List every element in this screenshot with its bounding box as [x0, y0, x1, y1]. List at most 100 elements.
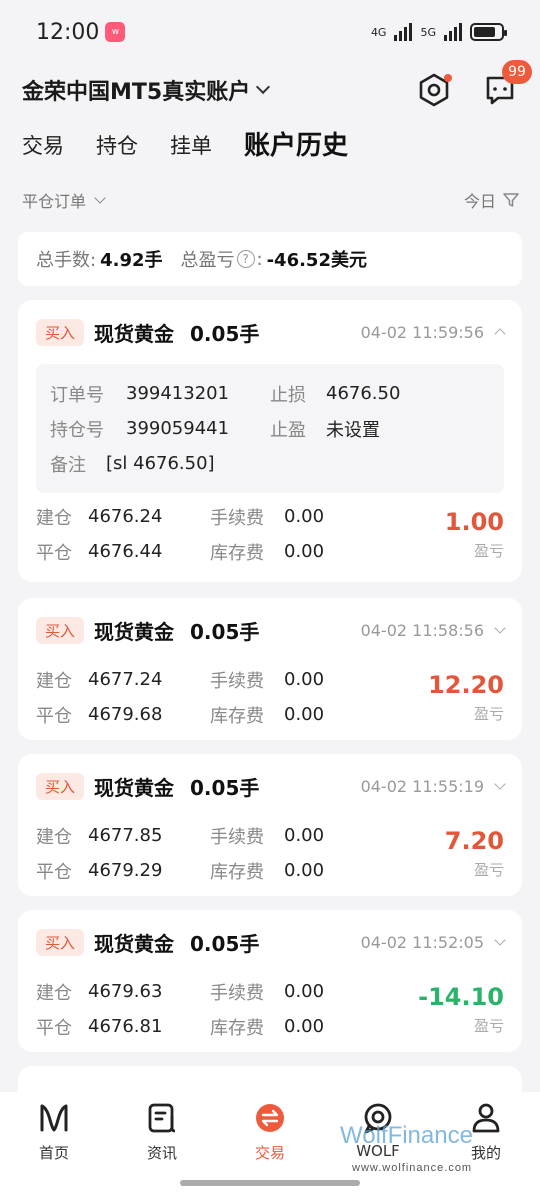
- signal-icon: [394, 23, 413, 41]
- open-label: 建仓: [36, 826, 72, 848]
- tab-account-history[interactable]: 账户历史: [244, 125, 348, 170]
- tab-trade[interactable]: 交易: [22, 130, 64, 170]
- status-indicators: 4G 5G: [370, 23, 507, 41]
- signal-icon-2: [444, 23, 462, 41]
- summary-bar: 总手数: 4.92手 总盈亏 ? : -46.52美元: [18, 232, 522, 286]
- home-logo-icon: [36, 1100, 72, 1136]
- order-card[interactable]: 买入 现货黄金 0.05手 04-02 11:58:56 建仓 4677.24 手续…: [18, 598, 522, 740]
- close-time[interactable]: 04-02 11:58:56: [360, 620, 506, 640]
- order-card[interactable]: 买入 现货黄金 0.05手 04-02 11:52:05 建仓 4679.63 手续…: [18, 910, 522, 1052]
- open-label: 建仓: [36, 670, 72, 692]
- order-type-dropdown[interactable]: 平仓订单: [22, 188, 106, 212]
- close-time[interactable]: 04-02 11:52:05: [360, 932, 506, 952]
- pnl-label: 盈亏: [473, 541, 504, 560]
- chevron-down-icon: [494, 621, 506, 634]
- symbol-name: 现货黄金: [94, 619, 175, 644]
- symbol-name: 现货黄金: [94, 775, 175, 800]
- help-icon[interactable]: ?: [236, 250, 255, 268]
- watermark-url: www.wolfinance.com: [352, 1162, 473, 1174]
- settings-hexagon-icon[interactable]: [416, 72, 452, 108]
- network-4g-label: 4G: [370, 25, 387, 39]
- open-label: 建仓: [36, 982, 72, 1004]
- remark-label: 备注: [50, 454, 86, 476]
- message-icon[interactable]: 99: [482, 60, 532, 108]
- fee-label: 手续费: [210, 826, 264, 848]
- pnl-value: 1.00: [444, 507, 504, 536]
- close-label: 平仓: [36, 542, 72, 564]
- buy-tag: 买入: [36, 616, 85, 644]
- watermark-brand: WolfFinance: [340, 1122, 473, 1149]
- swap-label: 库存费: [210, 542, 264, 564]
- order-detail-box: 订单号 399413201 止损 4676.50 持仓号 399059441 止…: [36, 364, 504, 493]
- profile-icon: [468, 1100, 504, 1136]
- lot-size: 0.05手: [190, 775, 260, 800]
- open-label: 建仓: [36, 507, 72, 529]
- pnl-label: 盈亏: [473, 860, 504, 879]
- fee-value: 0.00: [284, 669, 325, 690]
- stop-loss-value: 4676.50: [326, 383, 401, 404]
- close-time[interactable]: 04-02 11:55:19: [361, 777, 506, 796]
- pnl-value: 12.20: [428, 670, 504, 699]
- close-label: 平仓: [36, 1017, 72, 1039]
- swap-label: 库存费: [210, 1017, 264, 1039]
- fee-value: 0.00: [284, 506, 325, 527]
- fee-label: 手续费: [210, 507, 264, 529]
- symbol-name: 现货黄金: [94, 321, 175, 346]
- close-time[interactable]: 04-02 11:59:56: [361, 323, 506, 342]
- position-no-label: 持仓号: [50, 419, 104, 441]
- account-selector[interactable]: 金荣中国MT5真实账户: [22, 74, 271, 106]
- date-filter[interactable]: 今日: [464, 188, 520, 212]
- fee-value: 0.00: [284, 825, 325, 846]
- total-pnl-label: 总盈亏: [180, 250, 235, 271]
- nav-news-label: 资讯: [146, 1144, 177, 1162]
- news-icon: [144, 1100, 180, 1136]
- order-card-header: 买入 现货黄金 0.05手 04-02 11:55:19: [36, 754, 506, 818]
- pnl-label: 盈亏: [473, 704, 504, 723]
- order-card[interactable]: 买入 现货黄金 0.05手 04-02 11:59:56 订单号 3994132…: [18, 300, 522, 582]
- nav-home[interactable]: 首页: [0, 1092, 108, 1198]
- tab-pending-orders[interactable]: 挂单: [170, 130, 212, 170]
- order-no-label: 订单号: [50, 384, 104, 406]
- chevron-up-icon: [494, 328, 506, 340]
- weibo-app-icon: w: [105, 22, 126, 42]
- chevron-down-icon: [494, 933, 506, 946]
- pnl-value: -14.10: [418, 982, 504, 1011]
- nav-trade-label: 交易: [254, 1144, 285, 1162]
- chevron-down-icon: [256, 79, 271, 95]
- close-label: 平仓: [36, 705, 72, 727]
- total-lots-label: 总手数:: [36, 250, 97, 271]
- pnl-value: 7.20: [444, 826, 504, 855]
- order-card[interactable]: 买入 现货黄金 0.05手 04-02 11:55:19 建仓 4677.85 手续…: [18, 754, 522, 896]
- chevron-down-icon: [494, 777, 506, 790]
- open-price: 4676.24: [88, 506, 163, 527]
- nav-profile-label: 我的: [470, 1144, 501, 1162]
- app-header: 金荣中国MT5真实账户 99: [0, 60, 540, 116]
- open-price: 4677.24: [88, 669, 163, 690]
- order-card-header: 买入 现货黄金 0.05手 04-02 11:52:05: [36, 910, 506, 974]
- swap-value: 0.00: [284, 860, 325, 881]
- close-time-text: 04-02 11:58:56: [360, 620, 484, 640]
- lot-size: 0.05手: [190, 321, 260, 346]
- order-no-value: 399413201: [126, 383, 230, 404]
- open-price: 4679.63: [88, 981, 163, 1002]
- home-indicator[interactable]: [180, 1180, 360, 1186]
- order-card-header: 买入 现货黄金 0.05手 04-02 11:58:56: [36, 598, 506, 662]
- take-profit-label: 止盈: [270, 419, 306, 441]
- nav-home-label: 首页: [38, 1144, 69, 1162]
- fee-value: 0.00: [284, 981, 325, 1002]
- filter-icon: [503, 193, 519, 207]
- notification-dot: [444, 74, 452, 82]
- close-label: 平仓: [36, 861, 72, 883]
- status-time: 12:00: [36, 19, 100, 45]
- close-time-text: 04-02 11:52:05: [360, 932, 484, 952]
- swap-value: 0.00: [284, 704, 325, 725]
- order-card-header: 买入 现货黄金 0.05手 04-02 11:59:56: [36, 300, 506, 364]
- close-price: 4676.44: [88, 541, 163, 562]
- tab-positions[interactable]: 持仓: [96, 130, 138, 170]
- message-count-badge: 99: [502, 60, 532, 84]
- swap-label: 库存费: [210, 861, 264, 883]
- stop-loss-label: 止损: [270, 384, 306, 406]
- status-bar: 12:00 w 4G 5G: [0, 0, 540, 64]
- date-range-label: 今日: [463, 192, 496, 211]
- buy-tag: 买入: [36, 772, 85, 800]
